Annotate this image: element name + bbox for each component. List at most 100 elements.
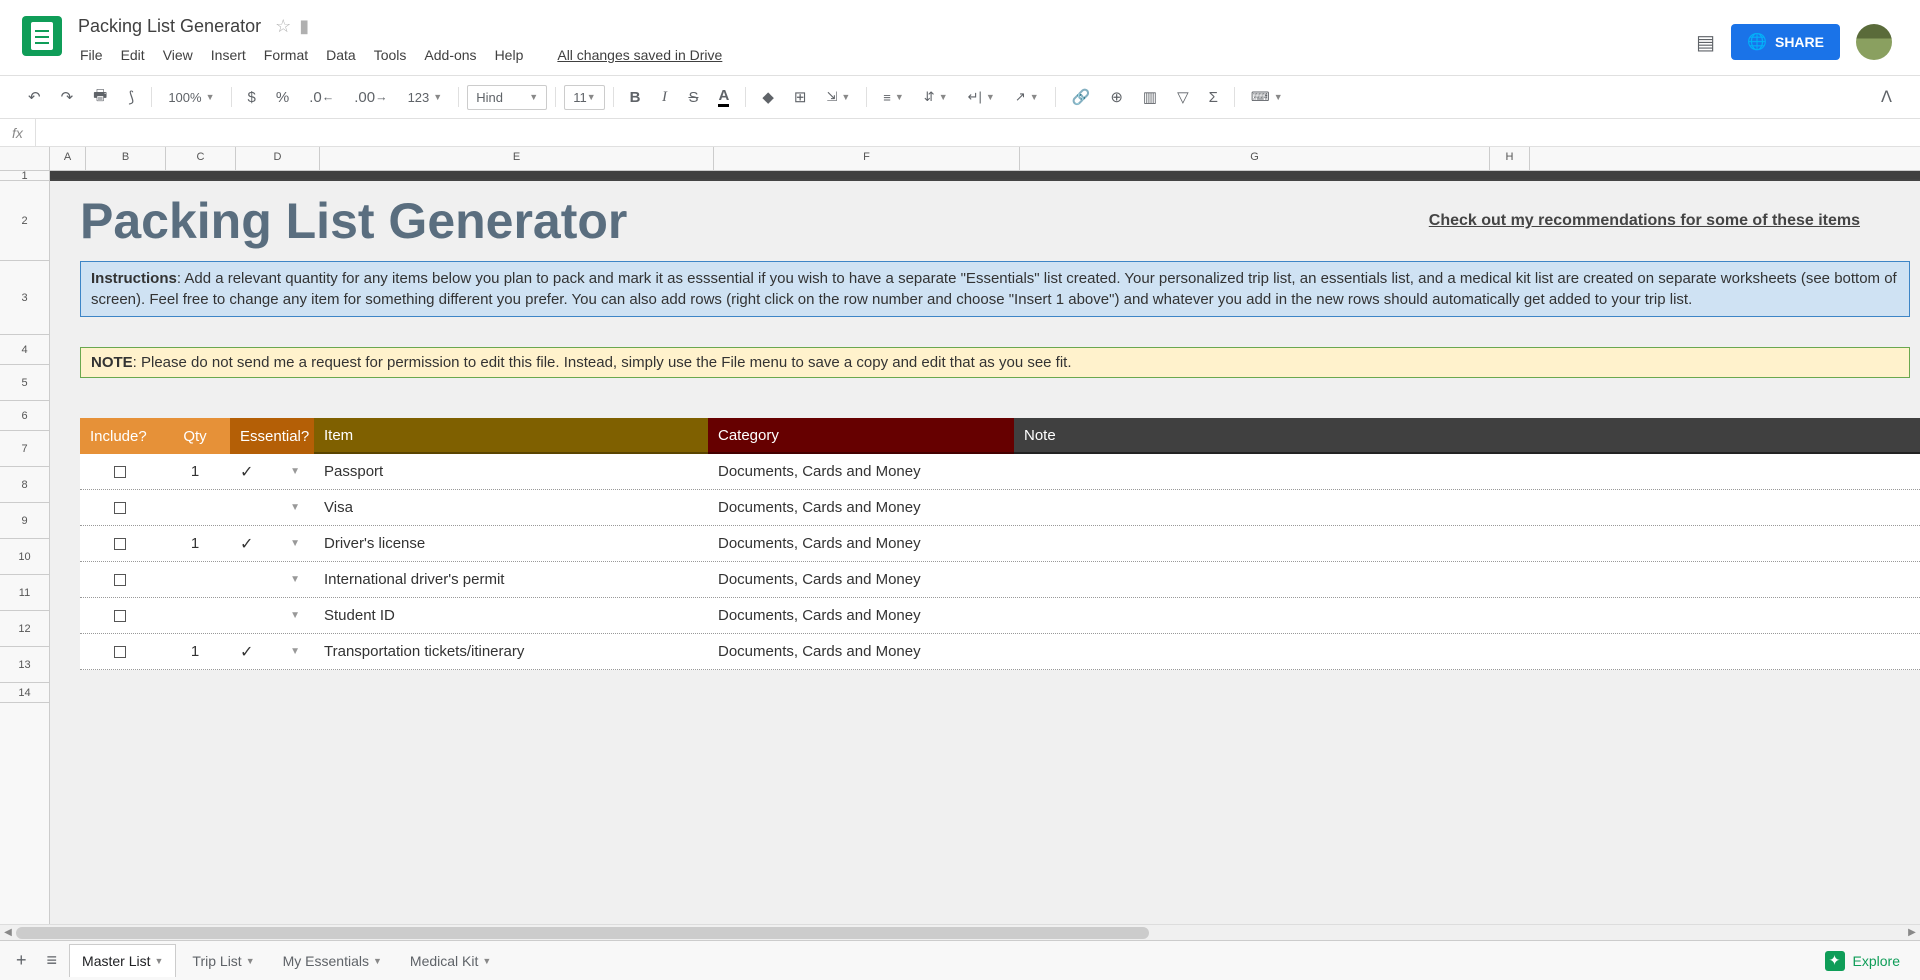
row-header-4[interactable]: 4 xyxy=(0,335,49,365)
item-cell[interactable]: Transportation tickets/itinerary xyxy=(314,643,708,660)
menu-view[interactable]: View xyxy=(155,43,201,67)
redo-button[interactable]: ↷ xyxy=(53,82,82,112)
scroll-left-icon[interactable]: ◀ xyxy=(0,927,16,938)
move-folder-icon[interactable]: ▮ xyxy=(299,16,309,37)
col-header-C[interactable]: C xyxy=(166,147,236,170)
dropdown-arrow-icon[interactable]: ▼ xyxy=(290,610,300,621)
functions-button[interactable]: Σ xyxy=(1201,83,1226,112)
formula-input[interactable] xyxy=(36,119,1920,146)
menu-addons[interactable]: Add-ons xyxy=(416,43,484,67)
item-cell[interactable]: Visa xyxy=(314,499,708,516)
tab-trip-list[interactable]: Trip List▼ xyxy=(180,945,266,977)
keyboard-button[interactable]: ⌨▼ xyxy=(1243,85,1291,109)
item-cell[interactable]: International driver's permit xyxy=(314,571,708,588)
undo-button[interactable]: ↶ xyxy=(20,82,49,112)
print-button[interactable]: 🖶 xyxy=(85,79,115,116)
add-sheet-button[interactable]: + xyxy=(8,944,35,977)
tab-my-essentials[interactable]: My Essentials▼ xyxy=(271,945,394,977)
include-checkbox[interactable] xyxy=(80,466,160,478)
tab-medical-kit[interactable]: Medical Kit▼ xyxy=(398,945,503,977)
select-all-corner[interactable] xyxy=(0,147,50,170)
account-avatar[interactable] xyxy=(1856,24,1892,60)
row-header-3[interactable]: 3 xyxy=(0,261,49,335)
sheets-logo[interactable] xyxy=(22,16,62,56)
font-dropdown[interactable]: Hind▼ xyxy=(467,85,547,110)
row-header-11[interactable]: 11 xyxy=(0,575,49,611)
category-cell[interactable]: Documents, Cards and Money xyxy=(708,607,1014,624)
insert-link-button[interactable]: 🔗 xyxy=(1064,82,1099,112)
zoom-dropdown[interactable]: 100%▼ xyxy=(160,86,222,109)
menu-data[interactable]: Data xyxy=(318,43,364,67)
decrease-decimal-button[interactable]: .0← xyxy=(301,83,342,112)
menu-format[interactable]: Format xyxy=(256,43,316,67)
h-align-button[interactable]: ≡▼ xyxy=(875,86,912,109)
category-cell[interactable]: Documents, Cards and Money xyxy=(708,643,1014,660)
item-cell[interactable]: Student ID xyxy=(314,607,708,624)
percent-button[interactable]: % xyxy=(268,83,297,112)
merge-cells-button[interactable]: ⇲▼ xyxy=(818,85,858,109)
italic-button[interactable]: I xyxy=(652,83,676,112)
row-header-13[interactable]: 13 xyxy=(0,647,49,683)
row-header-8[interactable]: 8 xyxy=(0,467,49,503)
scroll-right-icon[interactable]: ▶ xyxy=(1904,927,1920,938)
qty-cell[interactable]: 1 xyxy=(160,535,230,552)
col-header-F[interactable]: F xyxy=(714,147,1020,170)
fill-color-button[interactable]: ◆ xyxy=(754,82,782,112)
menu-file[interactable]: File xyxy=(72,43,111,67)
include-checkbox[interactable] xyxy=(80,538,160,550)
col-header-D[interactable]: D xyxy=(236,147,320,170)
increase-decimal-button[interactable]: .00→ xyxy=(346,83,395,112)
include-checkbox[interactable] xyxy=(80,610,160,622)
col-header-G[interactable]: G xyxy=(1020,147,1490,170)
save-status[interactable]: All changes saved in Drive xyxy=(549,43,730,67)
sheet-content[interactable]: Packing List Generator Check out my reco… xyxy=(50,171,1920,924)
row-header-6[interactable]: 6 xyxy=(0,401,49,431)
share-button[interactable]: 🌐 SHARE xyxy=(1731,24,1840,60)
menu-tools[interactable]: Tools xyxy=(366,43,415,67)
currency-button[interactable]: $ xyxy=(240,83,264,112)
tab-master-list[interactable]: Master List▼ xyxy=(69,944,176,977)
all-sheets-button[interactable]: ≡ xyxy=(39,944,66,977)
category-cell[interactable]: Documents, Cards and Money xyxy=(708,571,1014,588)
row-header-14[interactable]: 14 xyxy=(0,683,49,703)
row-header-5[interactable]: 5 xyxy=(0,365,49,401)
insert-comment-button[interactable]: ⊕ xyxy=(1102,82,1131,112)
col-header-E[interactable]: E xyxy=(320,147,714,170)
dropdown-arrow-icon[interactable]: ▼ xyxy=(290,466,300,477)
essential-cell[interactable]: ✓▼ xyxy=(230,534,314,554)
menu-help[interactable]: Help xyxy=(487,43,532,67)
font-size-dropdown[interactable]: 11▼ xyxy=(564,85,604,110)
text-rotation-button[interactable]: ↗▼ xyxy=(1007,85,1047,109)
strikethrough-button[interactable]: S xyxy=(680,83,706,112)
essential-cell[interactable]: ▼ xyxy=(230,502,314,513)
menu-insert[interactable]: Insert xyxy=(203,43,254,67)
text-color-button[interactable]: A xyxy=(710,81,737,113)
paint-format-button[interactable]: ⟆ xyxy=(119,82,143,112)
essential-cell[interactable]: ✓▼ xyxy=(230,642,314,662)
essential-cell[interactable]: ▼ xyxy=(230,610,314,621)
insert-chart-button[interactable]: ▥ xyxy=(1135,82,1165,112)
include-checkbox[interactable] xyxy=(80,502,160,514)
dropdown-arrow-icon[interactable]: ▼ xyxy=(290,538,300,549)
category-cell[interactable]: Documents, Cards and Money xyxy=(708,463,1014,480)
star-icon[interactable]: ☆ xyxy=(275,16,291,37)
row-header-2[interactable]: 2 xyxy=(0,181,49,261)
dropdown-arrow-icon[interactable]: ▼ xyxy=(290,502,300,513)
filter-button[interactable]: ▽ xyxy=(1169,82,1197,112)
category-cell[interactable]: Documents, Cards and Money xyxy=(708,499,1014,516)
col-header-B[interactable]: B xyxy=(86,147,166,170)
row-header-10[interactable]: 10 xyxy=(0,539,49,575)
row-header-1[interactable]: 1 xyxy=(0,171,49,181)
collapse-toolbar-button[interactable]: ᐱ xyxy=(1873,81,1900,113)
include-checkbox[interactable] xyxy=(80,574,160,586)
item-cell[interactable]: Passport xyxy=(314,463,708,480)
doc-title[interactable]: Packing List Generator xyxy=(72,14,267,39)
include-checkbox[interactable] xyxy=(80,646,160,658)
col-header-A[interactable]: A xyxy=(50,147,86,170)
bold-button[interactable]: B xyxy=(622,83,649,112)
v-align-button[interactable]: ⇵▼ xyxy=(916,85,956,109)
menu-edit[interactable]: Edit xyxy=(113,43,153,67)
dropdown-arrow-icon[interactable]: ▼ xyxy=(290,574,300,585)
text-wrap-button[interactable]: ↵|▼ xyxy=(960,85,1003,109)
item-cell[interactable]: Driver's license xyxy=(314,535,708,552)
